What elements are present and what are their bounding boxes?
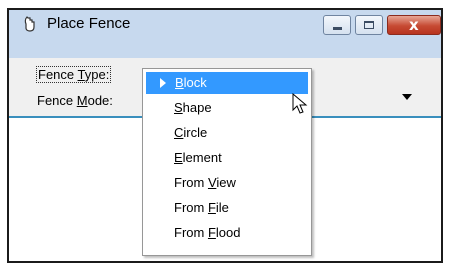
minimize-icon	[333, 27, 342, 30]
dropdown-item-block[interactable]: Block	[146, 72, 308, 94]
maximize-button[interactable]	[355, 15, 383, 35]
close-button[interactable]: x	[387, 15, 441, 35]
maximize-icon	[364, 21, 374, 29]
fence-type-label: Fence Type:	[36, 66, 112, 83]
window-title: Place Fence	[47, 15, 131, 32]
close-icon: x	[409, 16, 419, 34]
dropdown-item-circle[interactable]: Circle	[174, 125, 207, 140]
fence-tool-icon	[22, 15, 38, 33]
fence-mode-label: Fence Mode:	[37, 93, 113, 108]
selected-triangle-icon	[160, 78, 166, 88]
dropdown-item-shape[interactable]: Shape	[174, 100, 212, 115]
title-bar[interactable]: Place Fence x	[9, 10, 441, 58]
fence-type-dropdown-menu: Block Shape Circle Element From View Fro…	[142, 68, 312, 256]
mouse-pointer-icon	[292, 92, 308, 120]
fence-mode-dropdown-arrow-icon[interactable]	[402, 94, 412, 100]
dropdown-item-from-flood[interactable]: From Flood	[174, 225, 240, 240]
place-fence-window: Place Fence x Fence Type: Fence Mode: Bl…	[7, 8, 443, 263]
dropdown-item-from-view[interactable]: From View	[174, 175, 236, 190]
minimize-button[interactable]	[323, 15, 351, 35]
dropdown-item-element[interactable]: Element	[174, 150, 222, 165]
dropdown-item-from-file[interactable]: From File	[174, 200, 229, 215]
